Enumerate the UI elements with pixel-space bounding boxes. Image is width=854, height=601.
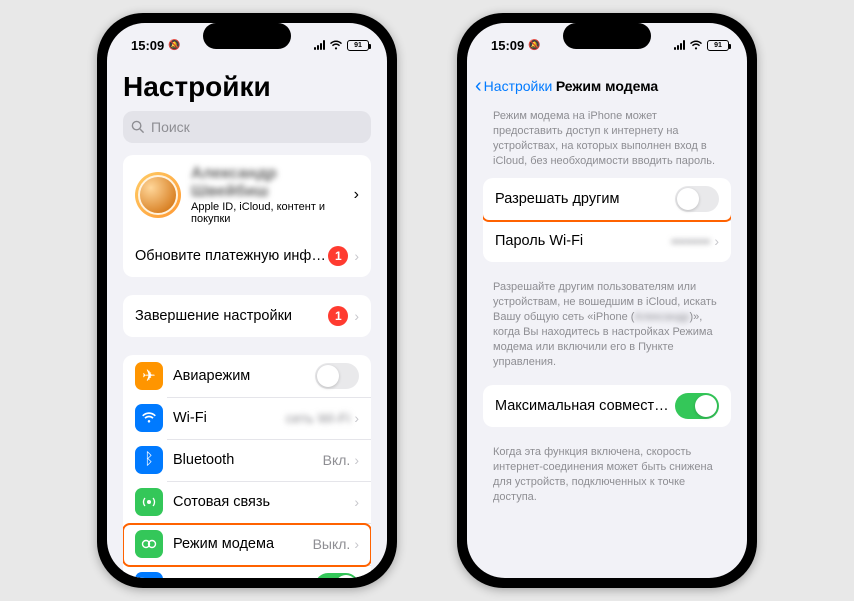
wifi-icon	[689, 40, 703, 51]
allow-others-footer: Разрешайте другим пользователям или устр…	[467, 280, 747, 385]
screen-right: 15:09 🔕 91 ‹ Настройки Режим модема Режи…	[467, 23, 747, 578]
battery-icon: 91	[347, 40, 369, 51]
compat-footer-text: Когда эта функция включена, скорость инт…	[467, 445, 747, 520]
wifi-row[interactable]: Wi-Fi сеть Wi-Fi ›	[123, 397, 371, 439]
vpn-row[interactable]: VPN VPN	[123, 565, 371, 578]
screen-left: 15:09 🔕 91 Настройки Поиск	[107, 23, 387, 578]
status-time: 15:09	[131, 38, 164, 53]
max-compat-row[interactable]: Максимальная совместимость	[483, 385, 731, 427]
chevron-right-icon: ›	[354, 452, 359, 468]
wifi-settings-icon	[135, 404, 163, 432]
bluetooth-row[interactable]: ᛒ Bluetooth Вкл. ›	[123, 439, 371, 481]
max-compat-toggle[interactable]	[675, 393, 719, 419]
compat-group: Максимальная совместимость	[483, 385, 731, 427]
phone-left: 15:09 🔕 91 Настройки Поиск	[97, 13, 397, 588]
chevron-right-icon: ›	[354, 536, 359, 552]
cellular-signal-icon	[674, 40, 685, 50]
avatar	[135, 172, 181, 218]
allow-others-row[interactable]: Разрешать другим	[483, 178, 731, 220]
chevron-right-icon: ›	[354, 186, 359, 204]
badge: 1	[328, 306, 348, 326]
hotspot-icon	[135, 530, 163, 558]
search-input[interactable]: Поиск	[123, 111, 371, 143]
cellular-signal-icon	[314, 40, 325, 50]
cellular-icon	[135, 488, 163, 516]
bluetooth-icon: ᛒ	[135, 446, 163, 474]
silent-icon: 🔕	[168, 40, 180, 51]
wifi-password-row[interactable]: Пароль Wi-Fi •••••••• ›	[483, 220, 731, 262]
airplane-icon: ✈	[135, 362, 163, 390]
apple-id-sub: Apple ID, iCloud, контент и покупки	[191, 201, 354, 225]
allow-others-toggle[interactable]	[675, 186, 719, 212]
chevron-right-icon: ›	[354, 248, 359, 264]
search-placeholder: Поиск	[151, 119, 190, 135]
airplane-row[interactable]: ✈ Авиарежим	[123, 355, 371, 397]
setup-group: Завершение настройки 1 ›	[123, 295, 371, 337]
dynamic-island	[203, 23, 291, 49]
chevron-right-icon: ›	[354, 494, 359, 510]
vpn-toggle[interactable]	[315, 573, 359, 578]
wifi-network-detail: сеть Wi-Fi	[286, 410, 351, 426]
finish-setup-row[interactable]: Завершение настройки 1 ›	[123, 295, 371, 337]
hotspot-intro-text: Режим модема на iPhone может предоставит…	[467, 105, 747, 178]
cellular-row[interactable]: Сотовая связь ›	[123, 481, 371, 523]
chevron-right-icon: ›	[354, 410, 359, 426]
hotspot-row[interactable]: Режим модема Выкл. ›	[123, 523, 371, 565]
page-title: Настройки	[107, 67, 387, 111]
apple-id-name: Александр Швейбиш	[191, 165, 354, 201]
badge: 1	[328, 246, 348, 266]
wifi-password-value: ••••••••	[671, 233, 710, 249]
apple-id-row[interactable]: Александр Швейбиш Apple ID, iCloud, конт…	[123, 155, 371, 235]
nav-bar: ‹ Настройки Режим модема	[467, 67, 747, 105]
back-button[interactable]: ‹ Настройки	[475, 75, 552, 98]
phone-right: 15:09 🔕 91 ‹ Настройки Режим модема Режи…	[457, 13, 757, 588]
chevron-right-icon: ›	[354, 308, 359, 324]
search-icon	[131, 120, 145, 134]
dynamic-island	[563, 23, 651, 49]
payment-info-row[interactable]: Обновите платежную информа… 1 ›	[123, 235, 371, 277]
network-group: ✈ Авиарежим Wi-Fi сеть Wi-Fi › ᛒ Bluetoo…	[123, 355, 371, 578]
wifi-icon	[329, 40, 343, 51]
status-time: 15:09	[491, 38, 524, 53]
chevron-right-icon: ›	[714, 233, 719, 249]
airplane-toggle[interactable]	[315, 363, 359, 389]
battery-icon: 91	[707, 40, 729, 51]
apple-id-group: Александр Швейбиш Apple ID, iCloud, конт…	[123, 155, 371, 277]
allow-others-group: Разрешать другим Пароль Wi-Fi •••••••• ›	[483, 178, 731, 262]
silent-icon: 🔕	[528, 40, 540, 51]
vpn-icon: VPN	[135, 572, 163, 578]
chevron-left-icon: ‹	[475, 75, 482, 98]
